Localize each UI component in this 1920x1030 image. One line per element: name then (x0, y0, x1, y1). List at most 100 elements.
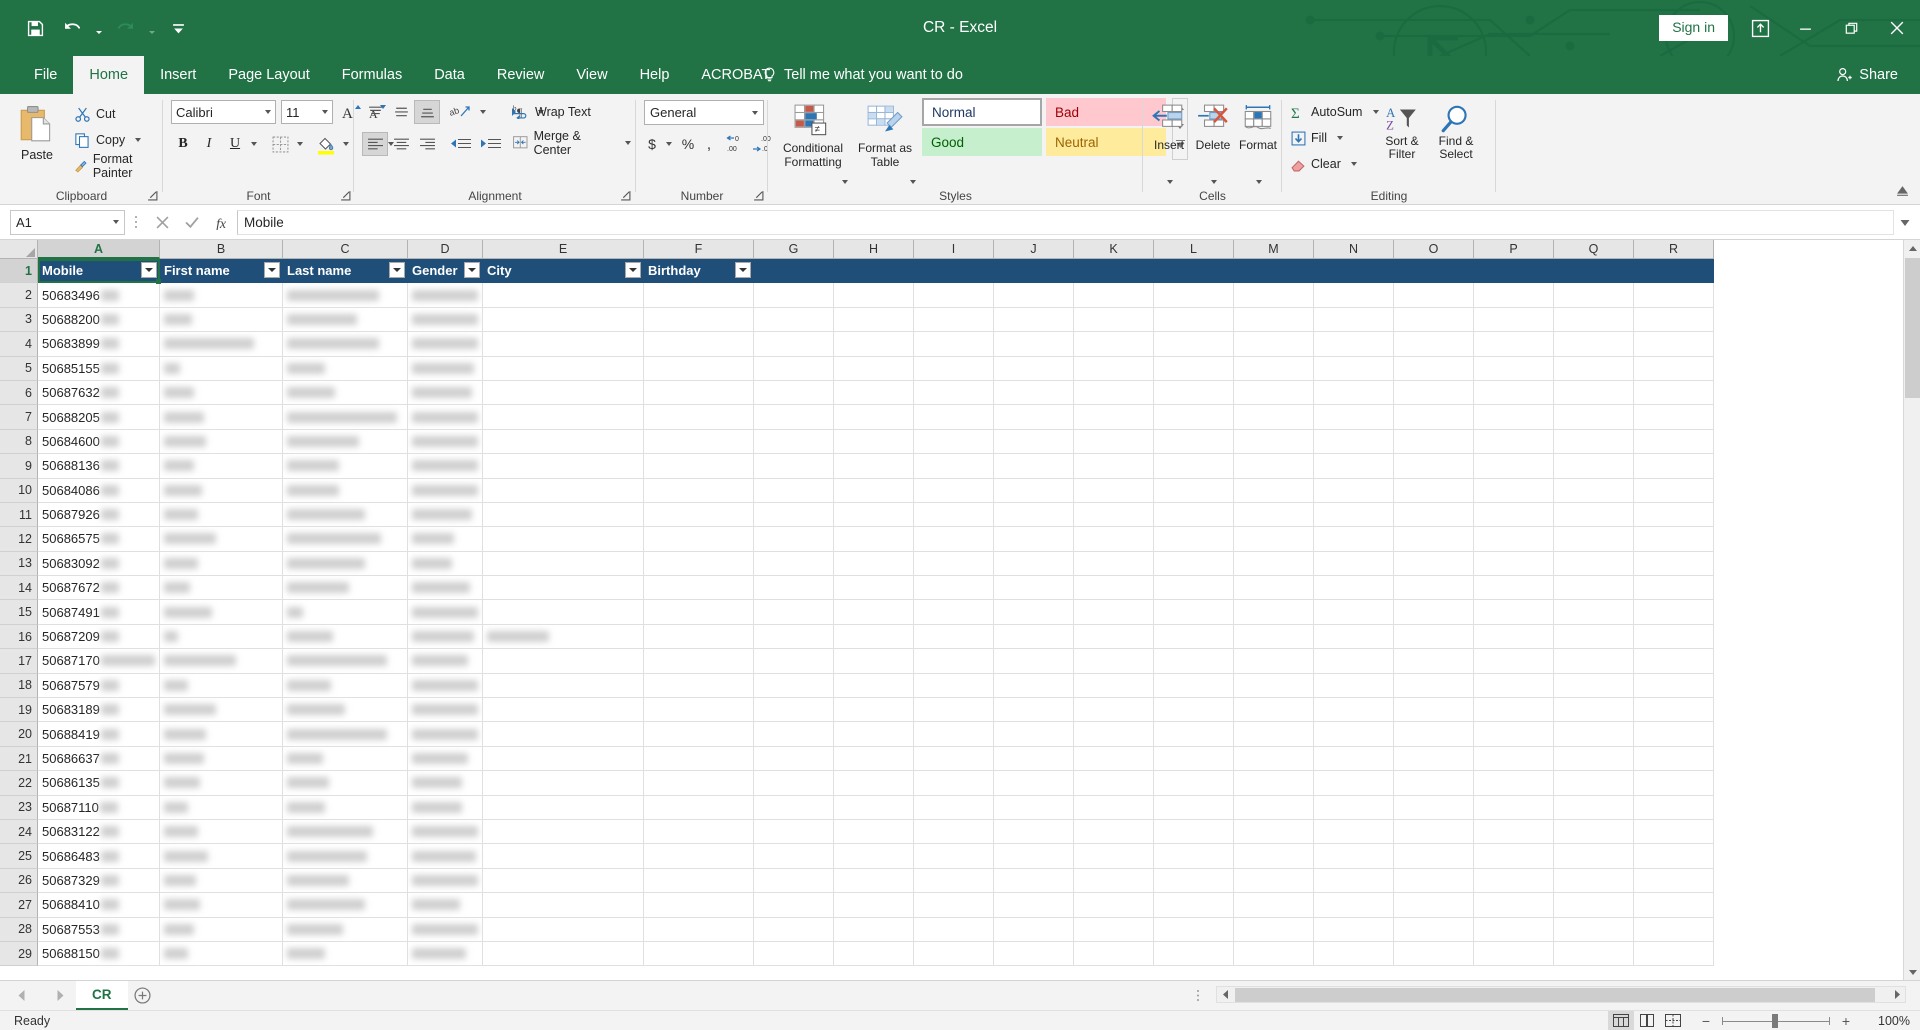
cell-mobile[interactable]: 50687491 (38, 600, 160, 625)
cell-empty[interactable] (1234, 746, 1314, 772)
cell-empty[interactable] (1074, 380, 1154, 406)
cell-first-name[interactable] (160, 405, 283, 430)
table-header-cell[interactable]: City (483, 259, 644, 284)
cell-empty[interactable] (1634, 454, 1714, 479)
cell-empty[interactable] (1234, 844, 1314, 869)
cell-gender[interactable] (408, 405, 483, 430)
cell-empty[interactable] (754, 698, 834, 723)
cell-first-name[interactable] (160, 893, 283, 918)
cell-gender[interactable] (408, 576, 483, 601)
cell-empty[interactable] (1554, 771, 1634, 796)
cell-empty[interactable] (754, 941, 834, 967)
cell-empty[interactable] (754, 283, 834, 308)
cell-empty[interactable] (994, 722, 1074, 747)
borders-button[interactable] (267, 132, 293, 156)
column-header-D[interactable]: D (408, 240, 483, 259)
cell-empty[interactable] (1554, 819, 1634, 845)
cell-empty[interactable] (994, 600, 1074, 625)
cell-birthday[interactable] (644, 722, 754, 747)
cell-mobile[interactable]: 50685155 (38, 356, 160, 381)
cell-empty[interactable] (914, 673, 994, 699)
table-header-cell-empty[interactable] (1394, 259, 1474, 284)
wrap-text-button[interactable]: b Wrap Text (508, 99, 596, 124)
cell-last-name[interactable] (283, 844, 408, 869)
row-header-20[interactable]: 20 (0, 722, 38, 747)
middle-align-button[interactable] (388, 100, 414, 124)
cell-empty[interactable] (1154, 478, 1234, 503)
page-break-preview-icon[interactable] (1660, 1011, 1686, 1030)
cell-empty[interactable] (1474, 771, 1554, 796)
cell-empty[interactable] (1394, 844, 1474, 869)
insert-cells-button[interactable]: Insert (1147, 98, 1191, 178)
cell-mobile[interactable]: 50687110 (38, 795, 160, 820)
cell-empty[interactable] (1394, 283, 1474, 308)
cell-gender[interactable] (408, 356, 483, 381)
sign-in-button[interactable]: Sign in (1659, 14, 1728, 42)
cell-empty[interactable] (1394, 429, 1474, 455)
cell-last-name[interactable] (283, 941, 408, 967)
cell-first-name[interactable] (160, 771, 283, 796)
alignment-dialog-launcher[interactable] (619, 189, 632, 202)
cell-empty[interactable] (1554, 527, 1634, 552)
cell-birthday[interactable] (644, 283, 754, 308)
cell-empty[interactable] (1634, 478, 1714, 503)
column-header-H[interactable]: H (834, 240, 914, 259)
cell-gender[interactable] (408, 722, 483, 747)
cell-last-name[interactable] (283, 429, 408, 455)
table-header-cell-empty[interactable] (1314, 259, 1394, 284)
cell-empty[interactable] (1394, 649, 1474, 674)
cell-empty[interactable] (1234, 429, 1314, 455)
clear-button[interactable]: Clear (1288, 152, 1360, 176)
cell-empty[interactable] (1154, 600, 1234, 625)
cell-empty[interactable] (1394, 819, 1474, 845)
cell-empty[interactable] (1234, 380, 1314, 406)
cell-city[interactable] (483, 893, 644, 918)
clipboard-dialog-launcher[interactable] (146, 189, 159, 202)
zoom-slider[interactable] (1722, 1013, 1830, 1029)
redo-icon[interactable] (108, 11, 142, 45)
cell-empty[interactable] (1234, 722, 1314, 747)
cell-empty[interactable] (1394, 454, 1474, 479)
cell-birthday[interactable] (644, 941, 754, 967)
cell-city[interactable] (483, 649, 644, 674)
cell-birthday[interactable] (644, 746, 754, 772)
cell-empty[interactable] (1634, 819, 1714, 845)
cell-empty[interactable] (1314, 600, 1394, 625)
cell-mobile[interactable]: 50687553 (38, 917, 160, 942)
cell-empty[interactable] (1394, 917, 1474, 942)
format-dropdown-icon[interactable] (1256, 180, 1262, 184)
cell-first-name[interactable] (160, 502, 283, 528)
cell-empty[interactable] (1074, 356, 1154, 381)
cell-empty[interactable] (1474, 746, 1554, 772)
cell-empty[interactable] (1314, 332, 1394, 357)
table-header-cell[interactable]: Last name (283, 259, 408, 284)
cell-empty[interactable] (914, 624, 994, 650)
cell-empty[interactable] (834, 941, 914, 967)
cell-city[interactable] (483, 502, 644, 528)
cell-last-name[interactable] (283, 478, 408, 503)
cell-empty[interactable] (1314, 673, 1394, 699)
cell-birthday[interactable] (644, 698, 754, 723)
cell-empty[interactable] (1074, 600, 1154, 625)
row-header-3[interactable]: 3 (0, 307, 38, 333)
cell-empty[interactable] (1314, 698, 1394, 723)
cell-birthday[interactable] (644, 551, 754, 577)
cell-empty[interactable] (1314, 576, 1394, 601)
cell-gender[interactable] (408, 868, 483, 894)
cell-city[interactable] (483, 844, 644, 869)
cell-empty[interactable] (754, 844, 834, 869)
cell-empty[interactable] (994, 868, 1074, 894)
cell-empty[interactable] (1474, 454, 1554, 479)
cell-empty[interactable] (754, 551, 834, 577)
cell-empty[interactable] (1154, 795, 1234, 820)
row-header-23[interactable]: 23 (0, 795, 38, 820)
cell-empty[interactable] (1554, 673, 1634, 699)
cell-empty[interactable] (1314, 454, 1394, 479)
cell-last-name[interactable] (283, 551, 408, 577)
cell-empty[interactable] (1234, 332, 1314, 357)
cell-gender[interactable] (408, 844, 483, 869)
cell-empty[interactable] (1634, 405, 1714, 430)
filter-dropdown-icon[interactable] (735, 262, 751, 278)
redo-dropdown-icon[interactable] (145, 11, 158, 45)
cell-first-name[interactable] (160, 722, 283, 747)
